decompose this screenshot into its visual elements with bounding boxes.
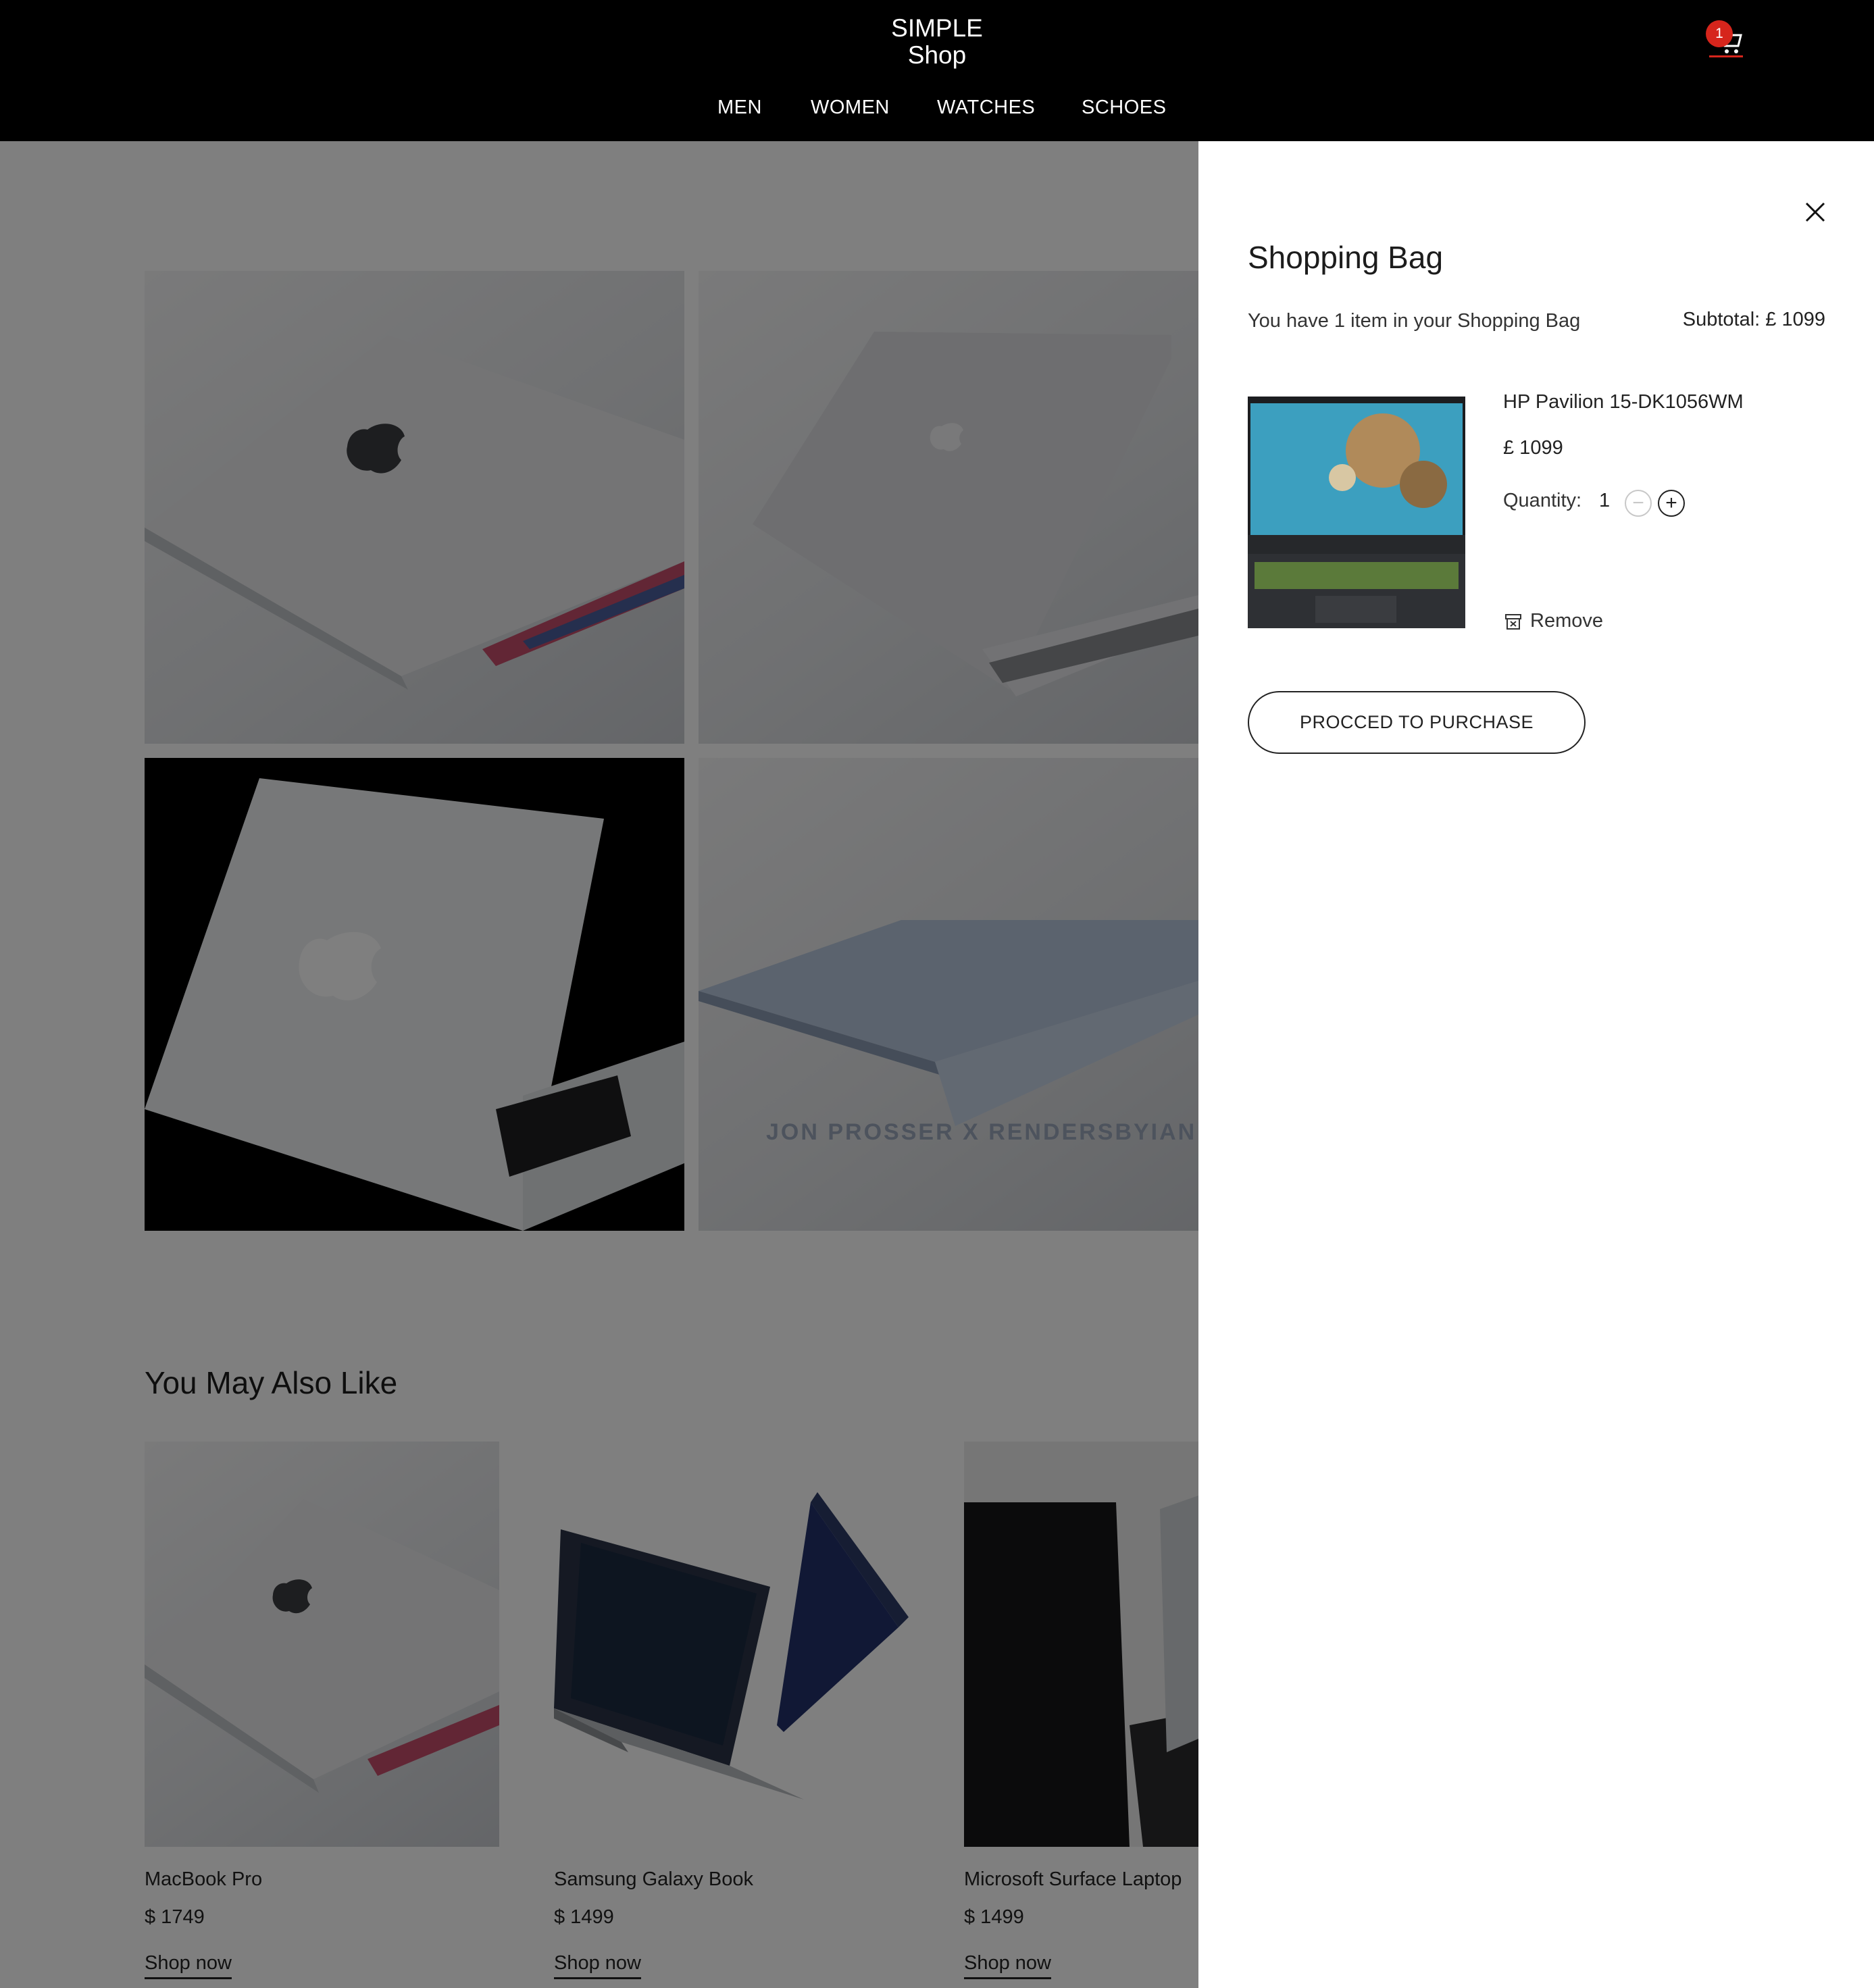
- nav-item-women[interactable]: WOMEN: [811, 97, 890, 119]
- main-nav: MEN WOMEN WATCHES SCHOES: [0, 97, 1874, 124]
- nav-item-men[interactable]: MEN: [717, 97, 762, 119]
- nav-item-watches[interactable]: WATCHES: [937, 97, 1035, 119]
- logo-line-1: SIMPLE: [891, 14, 983, 42]
- drawer-backdrop[interactable]: [0, 141, 1198, 1988]
- bag-item-price: £ 1099: [1503, 437, 1563, 459]
- cart-button[interactable]: 1: [1706, 20, 1746, 61]
- remove-item-button[interactable]: Remove: [1503, 610, 1603, 632]
- laptop-image: [1248, 397, 1465, 628]
- bag-item-image[interactable]: [1248, 397, 1465, 638]
- site-header: SIMPLE Shop MEN WOMEN WATCHES SCHOES 1: [0, 0, 1874, 141]
- quantity-label: Quantity:: [1503, 490, 1582, 511]
- trash-icon: [1505, 614, 1521, 630]
- quantity-increase-button[interactable]: +: [1658, 490, 1685, 517]
- bag-item-name[interactable]: HP Pavilion 15-DK1056WM: [1503, 391, 1744, 413]
- bag-subtotal: Subtotal: £ 1099: [1682, 309, 1825, 330]
- close-button[interactable]: [1798, 195, 1832, 229]
- drawer-title: Shopping Bag: [1248, 240, 1444, 275]
- quantity-value: 1: [1599, 490, 1611, 511]
- cart-underline: [1709, 55, 1743, 57]
- close-icon: [1805, 202, 1825, 222]
- quantity-decrease-button[interactable]: −: [1625, 490, 1652, 517]
- nav-item-schoes[interactable]: SCHOES: [1082, 97, 1166, 119]
- remove-label: Remove: [1530, 610, 1603, 632]
- cart-count-badge: 1: [1706, 20, 1733, 47]
- bag-item-count: You have 1 item in your Shopping Bag: [1248, 310, 1581, 332]
- logo-line-2: Shop: [907, 41, 967, 69]
- site-logo[interactable]: SIMPLE Shop: [869, 15, 1005, 69]
- shopping-bag-drawer: Shopping Bag You have 1 item in your Sho…: [1198, 141, 1874, 1988]
- proceed-to-purchase-button[interactable]: PROCCED TO PURCHASE: [1248, 691, 1586, 754]
